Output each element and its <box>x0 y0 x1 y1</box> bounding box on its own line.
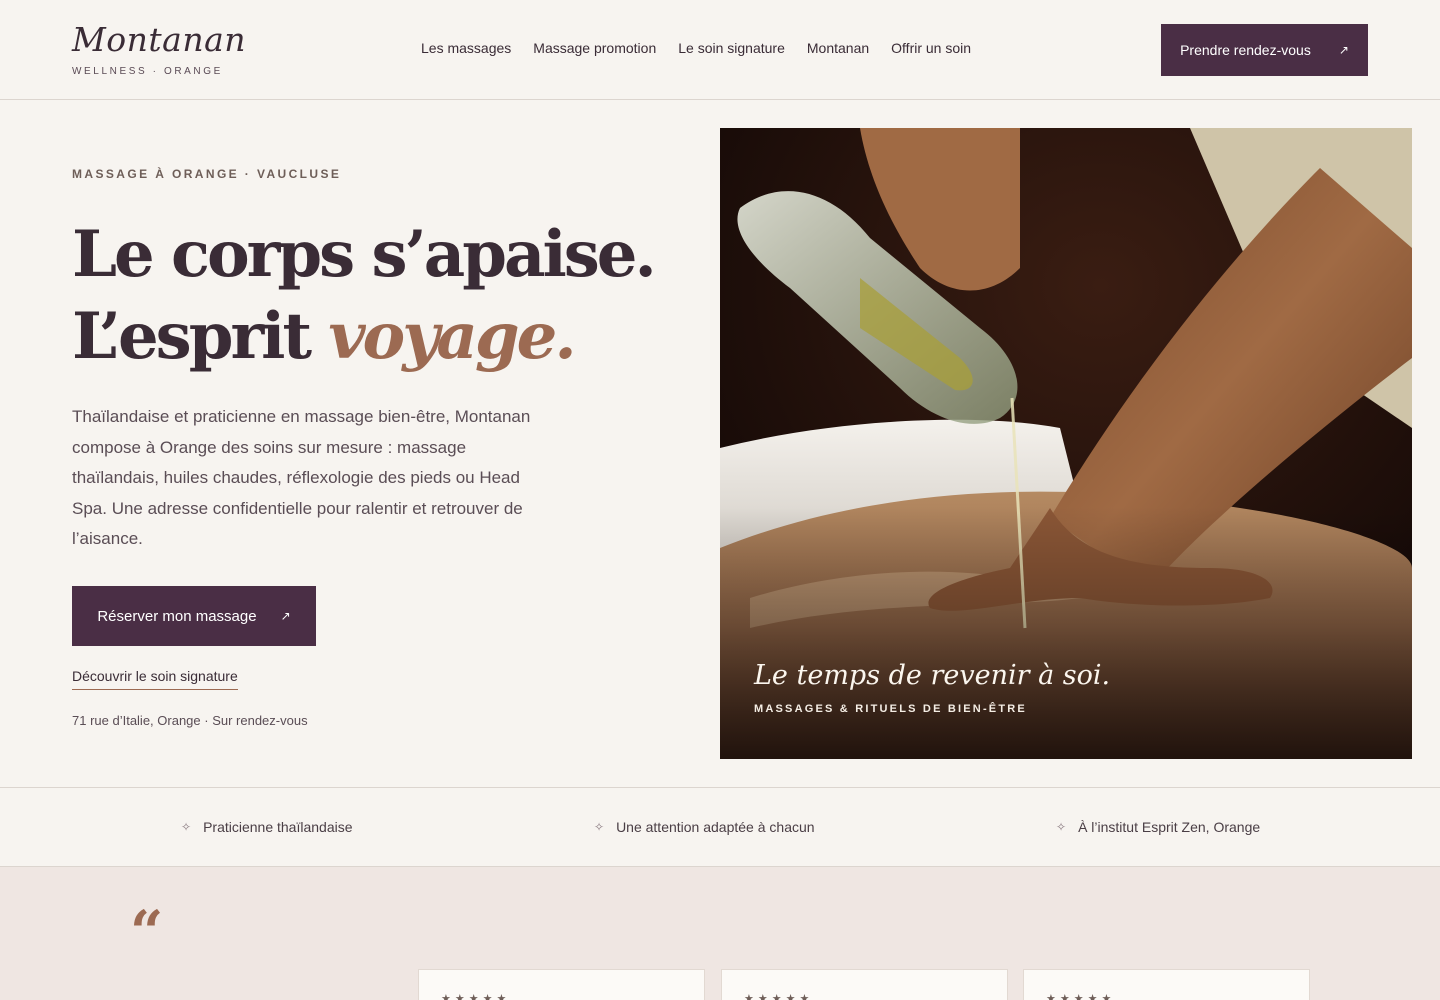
hero-headline: Le corps s’apaise. L’esprit voyage. <box>72 214 657 378</box>
sparkle-icon: ✧ <box>181 820 192 834</box>
feature-label: À l’institut Esprit Zen, Orange <box>1078 819 1261 835</box>
caption-title: Le temps de revenir à soi. <box>754 660 1111 691</box>
star-rating: ★★★★★ <box>1046 993 1116 1000</box>
star-rating: ★★★★★ <box>744 993 814 1000</box>
headline-line1: Le corps s’apaise. <box>72 217 657 292</box>
book-massage-button[interactable]: Réserver mon massage ↗ <box>72 586 316 646</box>
brand-name: Montanan <box>72 20 247 59</box>
hero-eyebrow: MASSAGE À ORANGE · VAUCLUSE <box>72 167 342 181</box>
nav-link-soin-signature[interactable]: Le soin signature <box>678 40 785 56</box>
site-header: Montanan WELLNESS · ORANGE Les massages … <box>0 0 1440 100</box>
headline-accent: voyage. <box>328 299 576 374</box>
headline-line2-start: L’esprit <box>72 299 329 374</box>
feature-label: Une attention adaptée à chacun <box>616 819 815 835</box>
nav-link-promotion[interactable]: Massage promotion <box>533 40 656 56</box>
arrow-up-right-icon: ↗ <box>1338 43 1349 57</box>
feature-label: Praticienne thaïlandaise <box>203 819 353 835</box>
book-appointment-label: Prendre rendez-vous <box>1180 42 1311 58</box>
brand-tagline: WELLNESS · ORANGE <box>72 66 223 77</box>
brand-logo[interactable]: Montanan WELLNESS · ORANGE <box>72 20 246 77</box>
testimonial-card: ★★★★★ <box>721 969 1008 1000</box>
main-nav: Les massages Massage promotion Le soin s… <box>421 40 971 56</box>
caption-subtitle: MASSAGES & RITUELS DE BIEN-ÊTRE <box>754 703 1027 715</box>
nav-link-offrir[interactable]: Offrir un soin <box>891 40 971 56</box>
book-massage-label: Réserver mon massage <box>97 607 257 625</box>
book-appointment-button[interactable]: Prendre rendez-vous ↗ <box>1161 24 1368 76</box>
hero-intro: Thaïlandaise et praticienne en massage b… <box>72 407 531 548</box>
nav-link-massages[interactable]: Les massages <box>421 40 511 56</box>
discover-signature-link[interactable]: Découvrir le soin signature <box>72 668 238 690</box>
feature-item: ✧ À l’institut Esprit Zen, Orange <box>1056 819 1260 835</box>
feature-item: ✧ Une attention adaptée à chacun <box>594 819 815 835</box>
sparkle-icon: ✧ <box>594 820 605 834</box>
star-rating: ★★★★★ <box>441 993 511 1000</box>
features-strip: ✧ Praticienne thaïlandaise ✧ Une attenti… <box>0 787 1440 867</box>
testimonial-card: ★★★★★ <box>1023 969 1310 1000</box>
arrow-up-right-icon: ↗ <box>280 609 291 623</box>
testimonials-section: “ ★★★★★ ★★★★★ ★★★★★ <box>0 867 1440 1000</box>
nav-link-montanan[interactable]: Montanan <box>807 40 869 56</box>
sparkle-icon: ✧ <box>1056 820 1067 834</box>
feature-item: ✧ Praticienne thaïlandaise <box>181 819 353 835</box>
hero-image-caption: Le temps de revenir à soi. MASSAGES & RI… <box>754 660 1110 715</box>
address-text: 71 rue d’Italie, Orange · Sur rendez-vou… <box>72 713 308 728</box>
quote-icon: “ <box>130 898 164 966</box>
testimonial-card: ★★★★★ <box>418 969 705 1000</box>
